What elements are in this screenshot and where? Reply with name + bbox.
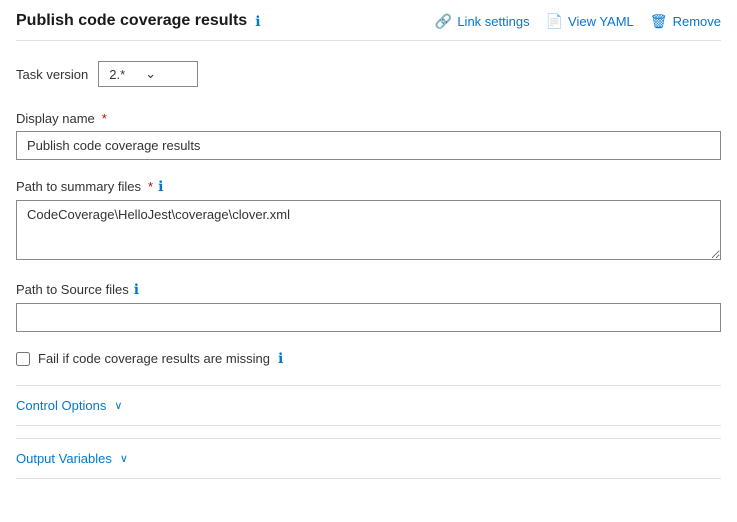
output-variables-toggle[interactable]: Output Variables ∨: [16, 438, 721, 466]
fail-checkbox[interactable]: [16, 352, 30, 366]
path-source-group: Path to Source files ℹ: [16, 281, 721, 332]
control-options-chevron: ∨: [114, 399, 122, 412]
header-left: Publish code coverage results ℹ: [16, 12, 261, 30]
output-variables-title: Output Variables: [16, 451, 112, 466]
path-summary-input[interactable]: CodeCoverage\HelloJest\coverage\clover.x…: [16, 200, 721, 260]
path-source-label-row: Path to Source files ℹ: [16, 281, 721, 298]
task-version-label: Task version: [16, 67, 88, 82]
view-yaml-label: View YAML: [568, 14, 634, 29]
link-settings-button[interactable]: 🔗 Link settings: [435, 13, 530, 30]
fail-checkbox-label[interactable]: Fail if code coverage results are missin…: [38, 351, 270, 366]
remove-label: Remove: [673, 14, 721, 29]
link-settings-label: Link settings: [457, 14, 529, 29]
path-summary-group: Path to summary files * ℹ CodeCoverage\H…: [16, 178, 721, 263]
view-yaml-button[interactable]: 📄 View YAML: [546, 13, 634, 30]
path-source-input[interactable]: [16, 303, 721, 332]
output-variables-section: Output Variables ∨: [16, 426, 721, 479]
task-version-select[interactable]: 2.* ⌄: [98, 61, 198, 87]
display-name-input[interactable]: [16, 131, 721, 160]
header-info-icon[interactable]: ℹ: [255, 13, 260, 30]
display-name-group: Display name *: [16, 111, 721, 160]
yaml-icon: 📄: [546, 13, 563, 30]
control-options-title: Control Options: [16, 398, 106, 413]
path-summary-info-icon[interactable]: ℹ: [158, 178, 163, 195]
header-actions: 🔗 Link settings 📄 View YAML 🗑 Remove: [435, 13, 721, 30]
remove-button[interactable]: 🗑 Remove: [650, 13, 721, 30]
path-source-info-icon[interactable]: ℹ: [134, 281, 139, 298]
output-variables-chevron: ∨: [120, 452, 128, 465]
control-options-section: Control Options ∨: [16, 385, 721, 426]
task-version-row: Task version 2.* ⌄: [16, 61, 721, 87]
path-summary-label-row: Path to summary files * ℹ: [16, 178, 721, 195]
remove-icon: 🗑: [650, 13, 668, 30]
fail-checkbox-info-icon[interactable]: ℹ: [278, 350, 283, 367]
path-source-label: Path to Source files: [16, 282, 129, 297]
path-summary-required: *: [148, 179, 153, 194]
page-header: Publish code coverage results ℹ 🔗 Link s…: [16, 12, 721, 41]
task-version-chevron: ⌄: [145, 66, 156, 82]
page-title: Publish code coverage results: [16, 12, 247, 30]
fail-checkbox-row: Fail if code coverage results are missin…: [16, 350, 721, 367]
control-options-toggle[interactable]: Control Options ∨: [16, 385, 721, 413]
display-name-label-row: Display name *: [16, 111, 721, 126]
path-summary-label: Path to summary files: [16, 179, 141, 194]
task-version-value: 2.*: [109, 67, 125, 82]
display-name-label: Display name: [16, 111, 95, 126]
display-name-required: *: [102, 111, 107, 126]
link-icon: 🔗: [435, 13, 452, 30]
